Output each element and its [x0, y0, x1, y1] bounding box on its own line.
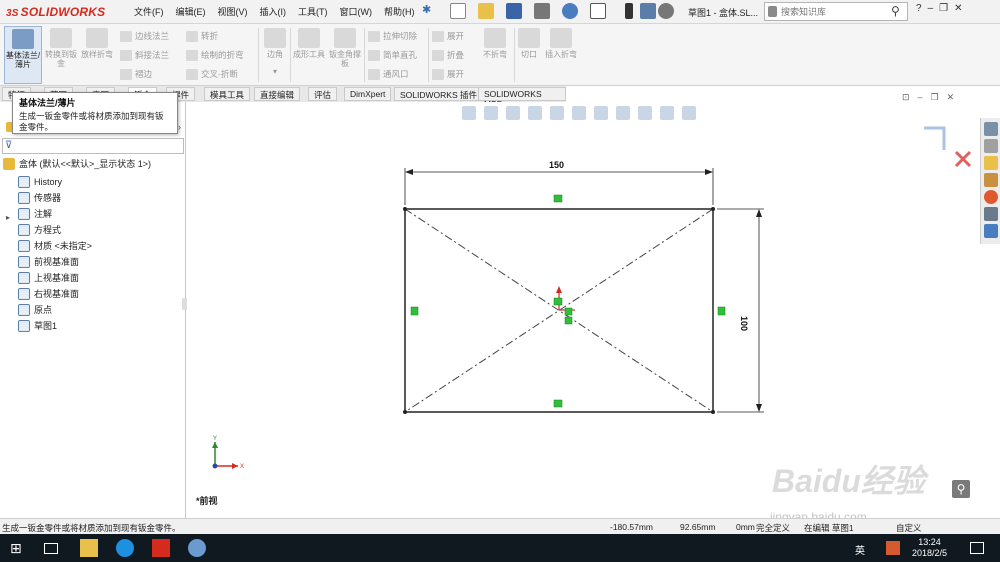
- status-bar: 生成一钣金零件或将材质添加到现有钣金零件。 -180.57mm 92.65mm …: [0, 518, 1000, 534]
- view-palette-icon[interactable]: [984, 173, 998, 187]
- triad-x-label: X: [240, 464, 244, 470]
- search-icon[interactable]: ⚲: [952, 480, 970, 498]
- baidu-watermark: Baidu经验: [772, 463, 925, 499]
- windows-start-icon[interactable]: ⊞: [10, 539, 28, 557]
- task-view-icon[interactable]: [44, 543, 58, 554]
- dimension-height-label: 100: [739, 316, 749, 331]
- task-pane: [980, 118, 1000, 244]
- file-explorer-taskbar-icon[interactable]: [80, 539, 98, 557]
- units-status[interactable]: 自定义: [896, 522, 922, 534]
- cancel-sketch-icon: [954, 150, 972, 168]
- clock-time: 13:24: [918, 537, 941, 547]
- solidworks-resources-icon[interactable]: [984, 122, 998, 136]
- dimension-arrow: [756, 404, 762, 412]
- dimension-arrow: [705, 169, 713, 175]
- cursor-y-readout: 92.65mm: [680, 522, 716, 532]
- file-explorer-icon[interactable]: [984, 156, 998, 170]
- sketch-origin-icon: [553, 286, 575, 325]
- horizontal-relation-icon: [553, 194, 563, 203]
- forum-icon[interactable]: [984, 224, 998, 238]
- tooltip-title: 基体法兰/薄片: [19, 98, 76, 108]
- confirmation-corner[interactable]: [924, 126, 972, 168]
- tooltip-description: 生成一钣金零件或将材质添加到现有钣金零件。: [19, 111, 164, 132]
- exit-sketch-icon: [924, 126, 946, 150]
- reference-triad: Y X: [212, 436, 244, 470]
- media-app-icon[interactable]: [188, 539, 206, 557]
- cursor-z-readout: 0mm: [736, 522, 755, 532]
- sketch-point: [403, 207, 407, 211]
- view-orientation-label: *前视: [196, 496, 218, 506]
- sketch-point: [403, 410, 407, 414]
- appearances-icon[interactable]: [984, 190, 998, 204]
- taskbar-clock[interactable]: 13:24 2018/2/5: [912, 537, 947, 559]
- solidworks-taskbar-icon[interactable]: [152, 539, 170, 557]
- sketch-point: [711, 207, 715, 211]
- sketch-point: [711, 410, 715, 414]
- taskbar: ⊞ 英: [0, 534, 1000, 562]
- cursor-x-readout: -180.57mm: [610, 522, 653, 532]
- dimension-arrow: [756, 209, 762, 217]
- sketch-state-status: 完全定义: [756, 523, 791, 533]
- editing-status: 在编辑 草图1: [804, 523, 854, 533]
- notification-center-icon[interactable]: [970, 542, 984, 554]
- horizontal-relation-icon: [553, 399, 563, 408]
- status-message: 生成一钣金零件或将材质添加到现有钣金零件。: [2, 523, 181, 533]
- vertical-relation-icon: [717, 306, 726, 316]
- clock-date: 2018/2/5: [912, 548, 948, 558]
- design-library-icon[interactable]: [984, 139, 998, 153]
- input-method-icon[interactable]: [886, 541, 900, 555]
- vertical-relation-icon: [410, 306, 419, 316]
- tooltip: 基体法兰/薄片 生成一钣金零件或将材质添加到现有钣金零件。: [12, 92, 178, 134]
- dimension-arrow: [405, 169, 413, 175]
- edge-browser-icon[interactable]: [116, 539, 134, 557]
- custom-properties-icon[interactable]: [984, 207, 998, 221]
- dimension-width-label: 150: [549, 160, 564, 170]
- triad-y-label: Y: [213, 436, 217, 442]
- ime-indicator[interactable]: 英: [855, 542, 865, 557]
